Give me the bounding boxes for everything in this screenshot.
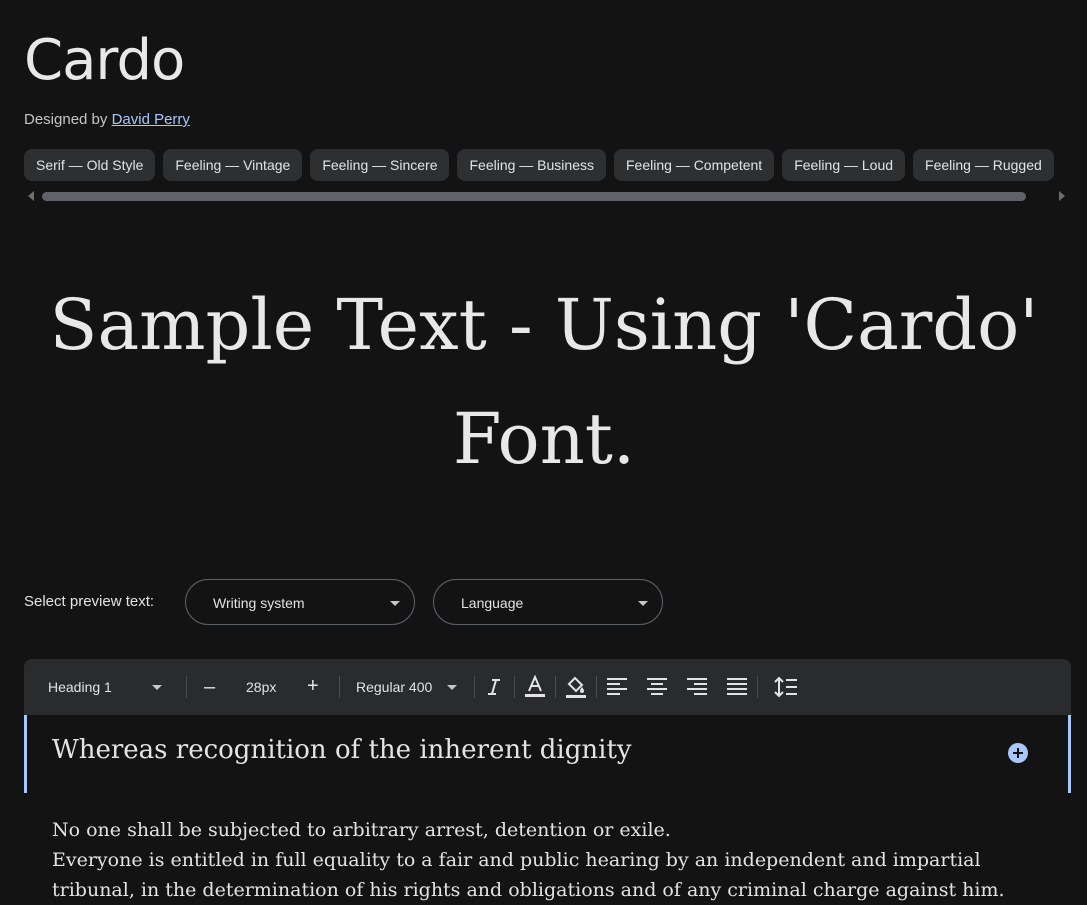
toolbar-divider: [514, 676, 515, 698]
add-style-button[interactable]: [1008, 743, 1028, 763]
font-title: Cardo: [24, 28, 185, 93]
tag-chip[interactable]: Serif — Old Style: [24, 149, 156, 181]
scroll-right-arrow-icon[interactable]: [1059, 191, 1065, 201]
align-right-icon[interactable]: [686, 677, 708, 697]
align-center-icon[interactable]: [646, 677, 668, 697]
toolbar-divider: [555, 676, 556, 698]
font-weight-value: Regular 400: [356, 679, 433, 695]
paragraph-line: No one shall be subjected to arbitrary a…: [52, 819, 671, 841]
preview-label: Select preview text:: [24, 593, 155, 610]
dropdown-caret-icon: [390, 601, 400, 606]
paragraph-line: tribunal, in the determination of his ri…: [52, 879, 1005, 901]
toolbar-divider: [596, 676, 597, 698]
toolbar-divider: [339, 676, 340, 698]
align-left-icon[interactable]: [606, 677, 628, 697]
italic-icon[interactable]: [484, 677, 504, 697]
tag-chip[interactable]: Feeling — Vintage: [163, 149, 303, 181]
highlight-color-icon[interactable]: [565, 674, 587, 700]
toolbar-divider: [757, 676, 758, 698]
toolbar-divider: [474, 676, 475, 698]
text-style-value: Heading 1: [48, 679, 112, 695]
scroll-left-arrow-icon[interactable]: [28, 191, 34, 201]
tag-chip[interactable]: Feeling — Competent: [614, 149, 775, 181]
designed-by-label: Designed by: [24, 111, 108, 128]
language-select[interactable]: Language: [433, 579, 663, 625]
tag-chip[interactable]: Feeling — Sincere: [310, 149, 450, 181]
language-value: Language: [461, 595, 524, 611]
font-weight-select[interactable]: Regular 400: [356, 679, 466, 699]
tags-scrollbar[interactable]: [42, 192, 1026, 201]
designer-link[interactable]: David Perry: [112, 111, 190, 128]
line-height-icon[interactable]: [774, 676, 798, 698]
heading-preview-text[interactable]: Whereas recognition of the inherent dign…: [52, 735, 632, 765]
dropdown-caret-icon: [447, 685, 457, 690]
tag-chip[interactable]: Feeling — Business: [457, 149, 606, 181]
writing-system-select[interactable]: Writing system: [185, 579, 415, 625]
heading-editor-row[interactable]: Whereas recognition of the inherent dign…: [24, 715, 1071, 793]
sample-text: Sample Text - Using 'Cardo' Font.: [49, 284, 1039, 480]
dropdown-caret-icon: [638, 601, 648, 606]
text-style-select[interactable]: Heading 1: [48, 679, 188, 699]
tag-chips: Serif — Old Style Feeling — Vintage Feelin…: [24, 149, 1087, 182]
tag-chip[interactable]: Feeling — Loud: [782, 149, 906, 181]
toolbar-divider: [186, 676, 187, 698]
paragraph-line: Everyone is entitled in full equality to…: [52, 849, 981, 871]
paragraph-preview[interactable]: No one shall be subjected to arbitrary a…: [52, 815, 1052, 905]
writing-system-value: Writing system: [213, 595, 305, 611]
tag-chip[interactable]: Feeling — Rugged: [913, 149, 1054, 181]
text-color-icon[interactable]: [524, 675, 546, 699]
editor-toolbar: Heading 1 – 28px + Regular 400: [24, 659, 1071, 715]
dropdown-caret-icon: [152, 685, 162, 690]
increase-size-button[interactable]: +: [307, 675, 319, 698]
font-size-value[interactable]: 28px: [246, 679, 276, 695]
align-justify-icon[interactable]: [726, 677, 748, 697]
decrease-size-button[interactable]: –: [204, 676, 215, 699]
designer-line: Designed by David Perry: [24, 111, 190, 128]
